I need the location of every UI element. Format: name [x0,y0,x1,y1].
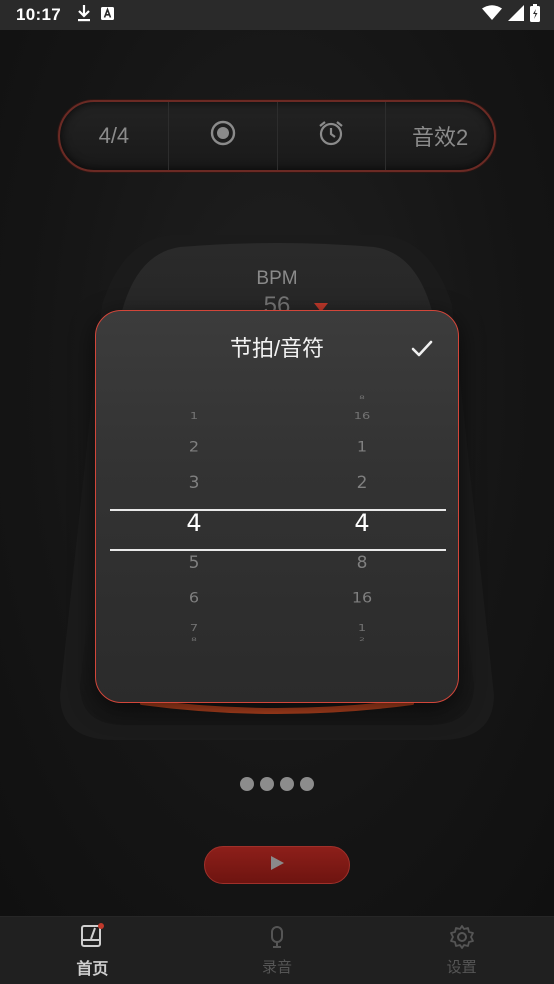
picker-item[interactable]: 1 [302,438,422,455]
record-button[interactable] [169,102,278,170]
check-icon [410,340,434,363]
signal-icon [508,4,524,26]
sound-effect-button[interactable]: 音效2 [386,102,494,170]
nav-record-label: 录音 [262,959,293,976]
picker-item-selected[interactable]: 4 [302,509,422,537]
picker-item[interactable]: 7 [134,623,254,634]
picker-item[interactable]: 16 [302,411,422,422]
picker-item[interactable]: 1 [134,411,254,422]
time-signature-dialog: 节拍/音符 1 2 3 4 5 6 7 8 8 16 1 2 4 8 16 1 2 [95,310,459,703]
play-icon [269,855,285,876]
page-dot[interactable] [280,777,294,791]
page-dot[interactable] [240,777,254,791]
picker-item[interactable]: 2 [134,438,254,455]
picker-item-selected[interactable]: 4 [134,509,254,537]
nav-home-label: 首页 [76,961,109,978]
timer-button[interactable] [278,102,387,170]
bottom-nav: 首页 录音 设置 [0,916,554,984]
status-bar: 10:17 [0,0,554,30]
play-button[interactable] [204,846,350,884]
gear-icon [449,924,475,954]
status-time: 10:17 [16,5,61,24]
time-signature-button[interactable]: 4/4 [60,102,169,170]
picker-item[interactable]: 16 [302,589,422,606]
nav-home[interactable]: 首页 [0,917,185,984]
picker-item[interactable]: 3 [134,473,254,493]
picker-item[interactable]: 8 [302,396,422,401]
picker-item[interactable]: 6 [134,589,254,606]
picker-item[interactable]: 5 [134,553,254,573]
beats-picker[interactable]: 1 2 3 4 5 6 7 8 [134,401,254,661]
picker-item[interactable]: 2 [302,473,422,493]
nav-record[interactable]: 录音 [185,917,370,984]
picker-item[interactable]: 2 [302,638,422,643]
wifi-icon [482,4,502,26]
note-value-picker[interactable]: 8 16 1 2 4 8 16 1 2 [302,396,422,661]
battery-icon [530,3,540,27]
picker-item[interactable]: 8 [302,553,422,573]
confirm-button[interactable] [410,339,434,364]
picker-item[interactable]: 8 [134,638,254,643]
page-indicator [0,777,554,791]
microphone-icon [264,924,290,954]
page-dot[interactable] [300,777,314,791]
page-dot[interactable] [260,777,274,791]
nav-settings[interactable]: 设置 [369,917,554,984]
radio-dot-icon [209,119,237,153]
metronome-icon [79,922,105,953]
alarm-clock-icon [317,119,345,153]
dialog-title: 节拍/音符 [229,336,325,361]
control-pill: 4/4 音效2 [58,100,496,172]
download-icon [77,4,91,27]
picker-item[interactable]: 1 [302,623,422,634]
bpm-label: BPM [256,268,298,289]
a-badge-icon [100,5,114,25]
nav-settings-label: 设置 [446,959,477,976]
sound-effect-label: 音效2 [412,125,469,150]
time-signature-label: 4/4 [98,123,130,148]
